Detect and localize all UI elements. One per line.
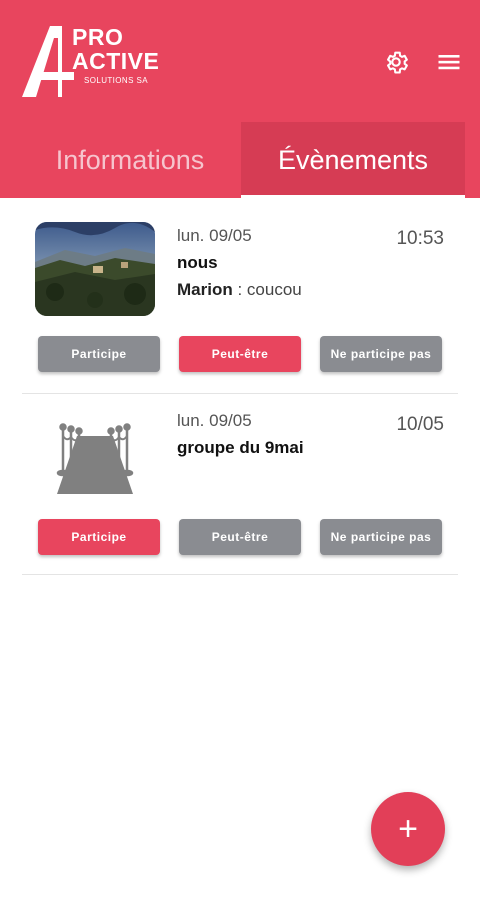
message-author: Marion xyxy=(177,280,233,299)
logo-a-mark xyxy=(22,26,74,97)
gear-icon[interactable] xyxy=(382,48,410,76)
participate-button[interactable]: Participe xyxy=(38,519,160,555)
event-card[interactable]: lun. 09/05 10:53 nous Marion : coucou Pa… xyxy=(22,198,458,394)
event-title: nous xyxy=(177,253,218,272)
tab-informations[interactable]: Informations xyxy=(20,122,240,198)
event-card[interactable]: lun. 09/05 10/05 groupe du 9mai Particip… xyxy=(22,394,458,575)
event-thumbnail xyxy=(35,222,155,316)
maybe-button[interactable]: Peut-être xyxy=(179,519,301,555)
brand-logo: PRO ACTIVE SOLUTIONS SA xyxy=(22,24,172,102)
event-date: lun. 09/05 xyxy=(177,411,252,430)
event-placeholder-icon xyxy=(35,418,155,512)
not-participate-button[interactable]: Ne participe pas xyxy=(320,336,442,372)
logo-text-pro: PRO xyxy=(72,24,124,50)
participate-button[interactable]: Participe xyxy=(38,336,160,372)
app-header: PRO ACTIVE SOLUTIONS SA Informations Évè… xyxy=(0,0,480,198)
maybe-button[interactable]: Peut-être xyxy=(179,336,301,372)
event-time: 10/05 xyxy=(396,414,444,435)
not-participate-button[interactable]: Ne participe pas xyxy=(320,519,442,555)
event-time: 10:53 xyxy=(396,228,444,249)
tab-evenements[interactable]: Évènements xyxy=(241,122,465,198)
logo-text-subtitle: SOLUTIONS SA xyxy=(84,76,148,85)
logo-text-active: ACTIVE xyxy=(72,48,160,74)
add-event-button[interactable]: + xyxy=(371,792,445,866)
tab-bar: Informations Évènements xyxy=(0,122,480,198)
plus-icon: + xyxy=(398,810,418,848)
event-date: lun. 09/05 xyxy=(177,226,252,245)
message-text: : coucou xyxy=(232,280,302,299)
event-last-message: Marion : coucou xyxy=(177,280,302,300)
event-title: groupe du 9mai xyxy=(177,438,304,457)
menu-icon[interactable] xyxy=(435,48,463,76)
